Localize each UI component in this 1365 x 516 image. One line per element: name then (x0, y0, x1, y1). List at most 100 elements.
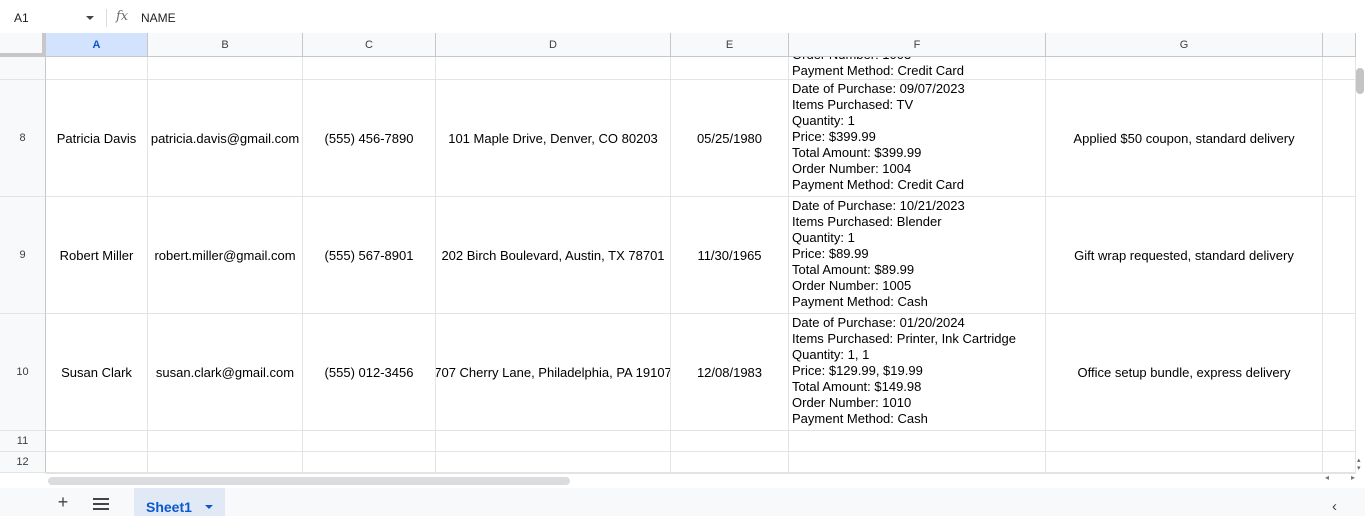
sheet-tab-chevron-down-icon[interactable] (205, 505, 213, 509)
column-header-a[interactable]: A (46, 33, 148, 57)
cell[interactable] (1323, 57, 1356, 80)
details-line: Quantity: 1, 1 (792, 347, 870, 362)
cell[interactable] (1323, 197, 1356, 314)
details-line: Payment Method: Cash (792, 294, 928, 309)
scroll-down-icon[interactable]: ▾ (1357, 464, 1361, 472)
dob-cell[interactable]: 12/08/1983 (671, 314, 789, 431)
sheet-bar: + Sheet1 ‹ (0, 488, 1365, 516)
cell[interactable] (671, 57, 789, 80)
cell[interactable] (148, 431, 303, 452)
cell[interactable] (436, 431, 671, 452)
cell[interactable] (46, 57, 148, 80)
cell[interactable] (671, 452, 789, 473)
details-line: Items Purchased: Blender (792, 214, 942, 229)
notes-cell[interactable]: Gift wrap requested, standard delivery (1046, 197, 1323, 314)
cell[interactable] (1046, 452, 1323, 473)
spreadsheet-grid: ABCDEFGOrder Number: 1003Payment Method:… (0, 33, 1356, 473)
name-cell[interactable]: Susan Clark (46, 314, 148, 431)
vertical-scrollbar[interactable] (1356, 57, 1365, 473)
cell[interactable] (1046, 57, 1323, 80)
phone-cell[interactable]: (555) 456-7890 (303, 80, 436, 197)
dob-cell[interactable]: 11/30/1965 (671, 197, 789, 314)
cell[interactable] (1323, 314, 1356, 431)
details-line: Payment Method: Credit Card (792, 63, 964, 78)
details-line: Quantity: 1 (792, 113, 855, 128)
name-cell[interactable]: Robert Miller (46, 197, 148, 314)
details-line: Total Amount: $149.98 (792, 379, 922, 394)
cell[interactable] (148, 57, 303, 80)
cell[interactable] (303, 452, 436, 473)
cell-reference: A1 (14, 11, 29, 25)
details-line: Items Purchased: Printer, Ink Cartridge (792, 331, 1016, 346)
column-header-g[interactable]: G (1046, 33, 1323, 57)
cell[interactable] (46, 431, 148, 452)
details-line: Date of Purchase: 01/20/2024 (792, 315, 965, 330)
cell[interactable] (1323, 431, 1356, 452)
formula-input[interactable]: NAME (141, 11, 176, 25)
email-cell[interactable]: susan.clark@gmail.com (148, 314, 303, 431)
sheet-tab-label: Sheet1 (146, 499, 192, 515)
notes-cell[interactable]: Office setup bundle, express delivery (1046, 314, 1323, 431)
scroll-up-icon[interactable]: ▴ (1357, 456, 1361, 464)
horizontal-scroll-thumb[interactable] (48, 477, 570, 485)
all-sheets-menu-icon[interactable] (93, 498, 109, 513)
row-header-10[interactable]: 10 (0, 314, 46, 431)
scroll-left-icon[interactable]: ◂ (1325, 473, 1329, 485)
email-cell[interactable]: robert.miller@gmail.com (148, 197, 303, 314)
column-header-f[interactable]: F (789, 33, 1046, 57)
cell[interactable] (436, 452, 671, 473)
name-cell[interactable]: Patricia Davis (46, 80, 148, 197)
cell[interactable] (303, 57, 436, 80)
details-line: Quantity: 1 (792, 230, 855, 245)
address-cell[interactable]: 202 Birch Boulevard, Austin, TX 78701 (436, 197, 671, 314)
formula-bar: A1 fx NAME (0, 0, 1365, 33)
phone-cell[interactable]: (555) 012-3456 (303, 314, 436, 431)
address-cell[interactable]: 101 Maple Drive, Denver, CO 80203 (436, 80, 671, 197)
column-header-d[interactable]: D (436, 33, 671, 57)
details-line: Order Number: 1005 (792, 278, 912, 293)
add-sheet-icon[interactable]: + (55, 492, 71, 513)
scroll-right-icon[interactable]: ▸ (1351, 473, 1355, 485)
cell[interactable] (1046, 431, 1323, 452)
details-cell[interactable]: Date of Purchase: 09/07/2023 Items Purcha… (789, 80, 1046, 197)
cell[interactable] (436, 57, 671, 80)
details-line: Total Amount: $89.99 (792, 262, 915, 277)
details-line: Price: $89.99 (792, 246, 869, 261)
cell[interactable] (148, 452, 303, 473)
details-cell[interactable]: Date of Purchase: 01/20/2024 Items Purcha… (789, 314, 1046, 431)
vertical-scroll-thumb[interactable] (1356, 68, 1364, 94)
row-header-12[interactable]: 12 (0, 452, 46, 473)
details-cell[interactable]: Order Number: 1003Payment Method: Credit… (789, 57, 1046, 80)
email-cell[interactable]: patricia.davis@gmail.com (148, 80, 303, 197)
dob-cell[interactable]: 05/25/1980 (671, 80, 789, 197)
details-line: Price: $399.99 (792, 129, 876, 144)
row-header-11[interactable]: 11 (0, 431, 46, 452)
cell[interactable] (303, 431, 436, 452)
name-box[interactable]: A1 (0, 5, 102, 29)
details-line: Order Number: 1004 (792, 161, 912, 176)
collapse-panel-icon[interactable]: ‹ (1332, 498, 1337, 515)
row-header-8[interactable]: 8 (0, 80, 46, 197)
chevron-down-icon[interactable] (86, 16, 94, 20)
row-header-9[interactable]: 9 (0, 197, 46, 314)
details-line: Items Purchased: TV (792, 97, 914, 112)
horizontal-scrollbar[interactable] (46, 473, 1356, 488)
cell[interactable] (1323, 452, 1356, 473)
cell[interactable] (789, 452, 1046, 473)
cell[interactable] (46, 452, 148, 473)
select-all-corner[interactable] (0, 33, 46, 57)
row-header-partial[interactable] (0, 57, 46, 80)
cell[interactable] (789, 431, 1046, 452)
details-line: Payment Method: Credit Card (792, 177, 964, 192)
address-cell[interactable]: 707 Cherry Lane, Philadelphia, PA 19107 (436, 314, 671, 431)
notes-cell[interactable]: Applied $50 coupon, standard delivery (1046, 80, 1323, 197)
column-header-b[interactable]: B (148, 33, 303, 57)
sheet-tab[interactable]: Sheet1 (134, 488, 225, 516)
cell[interactable] (1323, 80, 1356, 197)
horizontal-scroll-buttons: ◂ ▸ (1325, 473, 1355, 485)
cell[interactable] (671, 431, 789, 452)
column-header-c[interactable]: C (303, 33, 436, 57)
details-cell[interactable]: Date of Purchase: 10/21/2023 Items Purcha… (789, 197, 1046, 314)
phone-cell[interactable]: (555) 567-8901 (303, 197, 436, 314)
column-header-e[interactable]: E (671, 33, 789, 57)
